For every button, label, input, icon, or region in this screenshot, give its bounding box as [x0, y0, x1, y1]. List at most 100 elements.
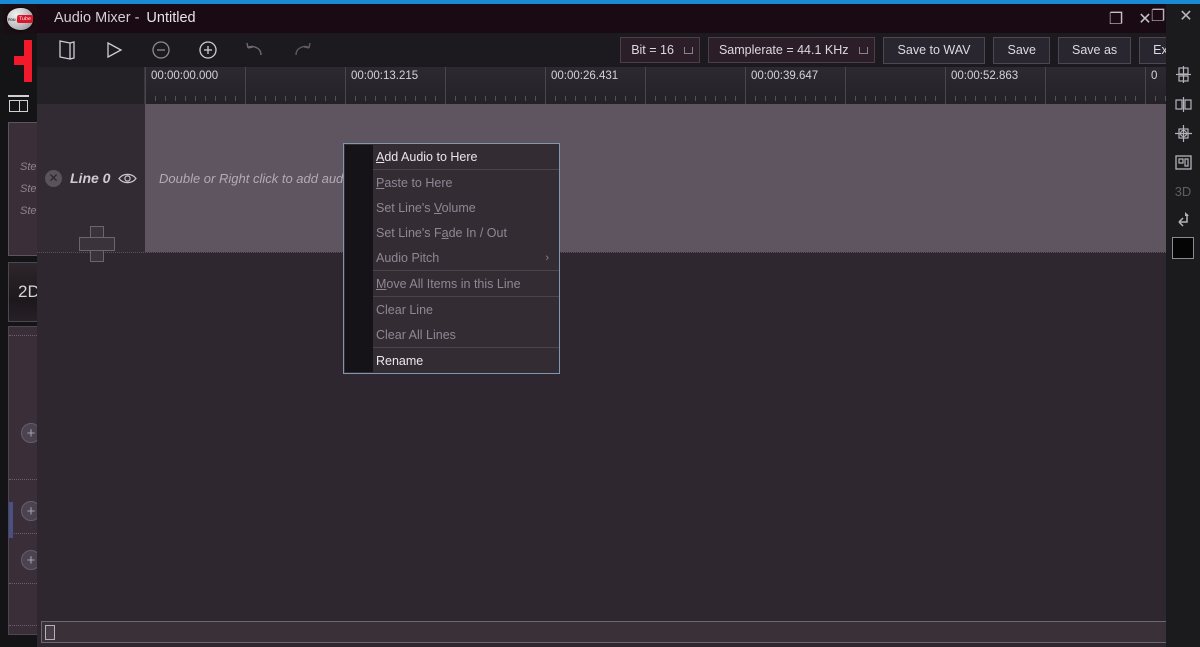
redo-icon[interactable] [290, 38, 314, 62]
ruler-tick [325, 96, 326, 101]
ruler-tick [1115, 96, 1116, 101]
save-button[interactable]: Save [993, 36, 1050, 64]
ruler-tick [275, 96, 276, 101]
open-file-icon[interactable] [55, 38, 79, 62]
ruler-tick [955, 96, 956, 101]
ruler-tick [975, 96, 976, 101]
color-swatch-black[interactable] [1172, 237, 1194, 259]
ruler-tick [465, 96, 466, 101]
ruler-tick [625, 96, 626, 101]
layers-panel: + + + [8, 326, 41, 635]
ruler-tick [1035, 96, 1036, 101]
ruler-tick [175, 96, 176, 101]
context-menu-item-label: Add Audio to Here [376, 149, 478, 164]
ruler-tick [425, 96, 426, 101]
zoom-out-icon[interactable] [149, 38, 173, 62]
mixer-toolbar: Bit = 16 Samplerate = 44.1 KHz Save to W… [37, 33, 1200, 67]
ruler-tick [195, 96, 196, 101]
ruler-tick [255, 96, 256, 101]
ruler-tick [635, 96, 636, 101]
context-menu-item[interactable]: Rename [344, 348, 559, 373]
ruler-corner [37, 67, 145, 104]
logo-badge-icon: You Tube [7, 8, 33, 30]
bit-depth-select[interactable]: Bit = 16 [620, 37, 700, 63]
timeline-canvas[interactable]: ✕ Line 0 Double or Right click to add au… [37, 104, 1184, 621]
undo-icon[interactable] [243, 38, 267, 62]
ruler-tick [735, 96, 736, 101]
ruler-tick [1095, 96, 1096, 101]
zoom-in-icon[interactable] [196, 38, 220, 62]
ruler-tick [995, 96, 996, 101]
timeline-body: ✕ Line 0 Double or Right click to add au… [37, 104, 1200, 647]
ruler-time-label: 0 [1151, 70, 1158, 82]
horizontal-scrollbar[interactable] [41, 621, 1184, 643]
ruler-tick [295, 96, 296, 101]
ruler-tick [925, 96, 926, 101]
logo-tube-text: Tube [16, 15, 33, 23]
red-marker-icon [14, 40, 38, 82]
ruler-tick [875, 96, 876, 101]
ruler-division [845, 67, 846, 104]
ruler-time-label: 00:00:13.215 [351, 70, 419, 82]
ruler-tick [775, 96, 776, 101]
context-menu-item-label: Clear Line [376, 302, 433, 317]
save-as-button[interactable]: Save as [1057, 36, 1132, 64]
ruler-tick [1065, 96, 1066, 101]
samplerate-select[interactable]: Samplerate = 44.1 KHz [707, 37, 875, 63]
ruler-tick [685, 96, 686, 101]
close-icon[interactable]: ✕ [1176, 6, 1196, 26]
target-grid-icon[interactable] [1173, 123, 1193, 143]
ruler-tick [575, 96, 576, 101]
ruler-tick [785, 96, 786, 101]
ruler-tick [1015, 96, 1016, 101]
distribute-icon[interactable] [1173, 94, 1193, 114]
context-menu-item[interactable]: Add Audio to Here [344, 144, 559, 169]
visibility-eye-icon[interactable] [118, 172, 138, 185]
ruler-tick [455, 96, 456, 101]
layout-panels-icon[interactable] [1173, 152, 1193, 172]
application-root: You Tube Ste Ste Ste 2D + + + Audio Mixe… [0, 0, 1200, 647]
ruler-tick [595, 96, 596, 101]
scroll-handle-left[interactable] [45, 625, 55, 640]
remove-line-button[interactable]: ✕ [45, 169, 62, 187]
step-item[interactable]: Ste [9, 156, 39, 178]
ruler-tick [415, 96, 416, 101]
ruler-tick [525, 96, 526, 101]
app-logo: You Tube [3, 4, 37, 34]
save-to-wav-button[interactable]: Save to WAV [882, 36, 986, 64]
ruler-tick [835, 96, 836, 101]
swap-arrows-icon[interactable] [1173, 210, 1193, 230]
step-item[interactable]: Ste [9, 178, 39, 200]
add-line-button[interactable] [79, 226, 115, 262]
maximize-icon[interactable]: ❐ [1107, 10, 1125, 28]
ruler-division [745, 67, 746, 104]
mixer-title-bar: Audio Mixer - Untitled ❐ ✕ [37, 4, 1200, 33]
step-item[interactable]: Ste [9, 200, 39, 222]
context-menu-item: Paste to Here [344, 170, 559, 195]
ruler-tick [165, 96, 166, 101]
ruler-tick [235, 96, 236, 101]
align-grid-icon[interactable] [1173, 64, 1193, 84]
ruler-division [1045, 67, 1046, 104]
ruler-tick [1025, 96, 1026, 101]
context-menu-item-label: Paste to Here [376, 175, 453, 190]
ruler-tick [485, 96, 486, 101]
ruler-division [945, 67, 946, 104]
restore-icon[interactable]: ❐ [1148, 6, 1168, 26]
split-view-icon[interactable] [8, 95, 29, 114]
ruler-tick [1075, 96, 1076, 101]
page-title: Audio Mixer - Untitled [54, 4, 196, 33]
ruler-tick [965, 96, 966, 101]
ruler-time-label: 00:00:52.863 [951, 70, 1019, 82]
track-lane[interactable]: Double or Right click to add audio [145, 104, 1184, 252]
context-menu-item: Clear Line [344, 297, 559, 322]
play-icon[interactable] [102, 38, 126, 62]
timeline-ruler[interactable]: 00:00:00.000 00:00:13.215 00:00:26.431 00:0… [145, 67, 1200, 104]
ruler-tick [1135, 96, 1136, 101]
context-menu-item-label: Move All Items in this Line [376, 276, 521, 291]
context-menu-item: Clear All Lines [344, 322, 559, 347]
mode-3d-label[interactable]: 3D [1173, 181, 1193, 201]
mode-2d-label: 2D [18, 282, 40, 301]
mode-2d-panel[interactable]: 2D [8, 262, 40, 322]
steps-panel: Ste Ste Ste [8, 122, 40, 256]
